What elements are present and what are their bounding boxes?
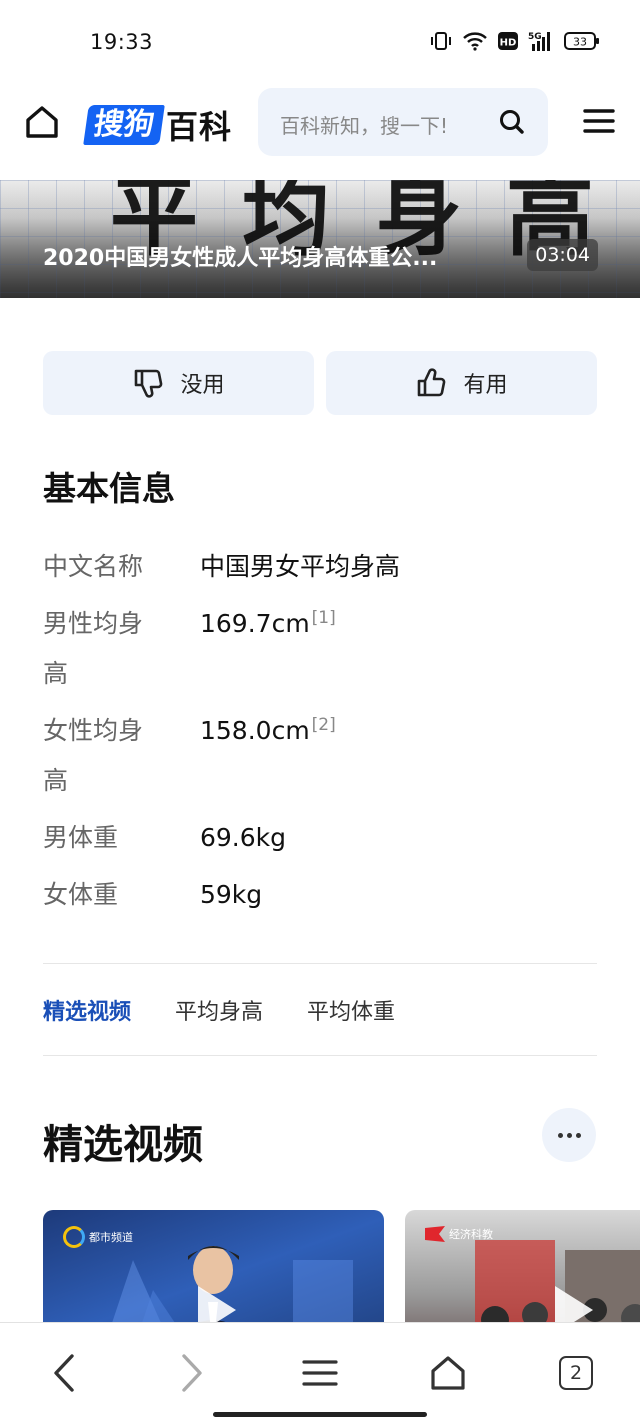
logo-badge: 搜狗 — [83, 105, 165, 145]
thumbs-down-icon — [135, 369, 163, 398]
tab-average-weight[interactable]: 平均体重 — [307, 994, 395, 1026]
reference-link[interactable]: [1] — [312, 608, 336, 628]
featured-video-title: 精选视频 — [43, 1122, 203, 1168]
svg-text:5G: 5G — [528, 32, 542, 42]
info-row: 女体重 59kg — [43, 870, 603, 920]
info-key: 中文名称 — [43, 552, 144, 581]
more-options-button[interactable] — [542, 1108, 596, 1162]
bottom-navigation-bar: 2 — [0, 1322, 640, 1422]
info-value: 中国男女平均身高 — [200, 552, 401, 581]
info-row: 女性均身高 158.0cm [2] — [43, 706, 603, 806]
back-arrow-icon — [54, 1354, 74, 1392]
svg-text:HD: HD — [500, 38, 517, 49]
useful-label: 有用 — [463, 373, 508, 398]
forward-button[interactable] — [170, 1351, 214, 1395]
tab-average-height[interactable]: 平均身高 — [175, 994, 263, 1026]
info-value: 69.6kg — [200, 823, 287, 852]
search-input[interactable]: 百科新知，搜一下! — [258, 88, 548, 156]
more-dot-icon — [566, 1132, 572, 1138]
more-dot-icon — [575, 1132, 581, 1138]
logo-text: 百科 — [166, 108, 233, 146]
home-nav-button[interactable] — [426, 1351, 470, 1395]
menu-button[interactable] — [582, 104, 616, 138]
useless-button[interactable]: 没用 — [43, 351, 314, 415]
info-row: 中文名称 中国男女平均身高 — [43, 542, 603, 592]
basic-info-title: 基本信息 — [43, 469, 175, 508]
video-banner[interactable]: 平均身高 2020中国男女性成人平均身高体重公... 03:04 — [0, 180, 640, 298]
hd-icon: HD — [498, 31, 518, 51]
status-time: 19:33 — [90, 30, 154, 54]
info-value: 169.7cm [1] — [200, 607, 336, 638]
reference-link[interactable]: [2] — [312, 715, 336, 735]
info-key: 男性均身高 — [43, 609, 144, 688]
battery-icon: 33 — [564, 32, 600, 50]
info-value: 59kg — [200, 880, 263, 909]
info-row: 男性均身高 169.7cm [1] — [43, 599, 603, 699]
info-key: 女性均身高 — [43, 716, 144, 795]
tab-featured-video[interactable]: 精选视频 — [43, 994, 131, 1026]
home-icon — [26, 106, 58, 138]
video-duration-badge: 03:04 — [527, 239, 598, 271]
hamburger-menu-icon — [583, 109, 615, 133]
info-key: 女体重 — [43, 880, 119, 909]
header: 搜狗 百科 百科新知，搜一下! — [0, 84, 640, 180]
search-placeholder: 百科新知，搜一下! — [280, 114, 449, 138]
tabs-button[interactable]: 2 — [554, 1351, 598, 1395]
menu-lines-icon — [302, 1360, 338, 1386]
section-tabs: 精选视频 平均身高 平均体重 — [43, 963, 597, 1056]
menu-nav-button[interactable] — [298, 1351, 342, 1395]
info-key: 男体重 — [43, 823, 119, 852]
status-icons: HD 5G 33 — [430, 30, 600, 52]
forward-arrow-icon — [182, 1354, 202, 1392]
useless-label: 没用 — [180, 373, 225, 398]
info-value: 158.0cm [2] — [200, 714, 336, 745]
home-button[interactable] — [22, 102, 62, 142]
tab-count-badge: 2 — [559, 1356, 593, 1390]
search-icon[interactable] — [498, 108, 526, 136]
home-icon — [431, 1356, 465, 1390]
signal-5g-icon: 5G — [528, 30, 554, 52]
info-row: 男体重 69.6kg — [43, 813, 603, 863]
basic-info-list: 中文名称 中国男女平均身高 男性均身高 169.7cm [1] 女性均身高 158… — [43, 542, 603, 927]
back-button[interactable] — [42, 1351, 86, 1395]
wifi-icon — [462, 31, 488, 51]
more-dot-icon — [557, 1132, 563, 1138]
home-indicator-bar[interactable] — [213, 1412, 427, 1417]
svg-text:33: 33 — [573, 36, 587, 49]
thumbs-up-icon — [418, 368, 446, 397]
sogou-baike-logo[interactable]: 搜狗 百科 — [83, 102, 233, 148]
status-bar: 19:33 HD 5G 33 — [0, 0, 640, 84]
video-title[interactable]: 2020中国男女性成人平均身高体重公... — [43, 240, 437, 272]
vibrate-icon — [430, 31, 452, 51]
useful-button[interactable]: 有用 — [326, 351, 597, 415]
